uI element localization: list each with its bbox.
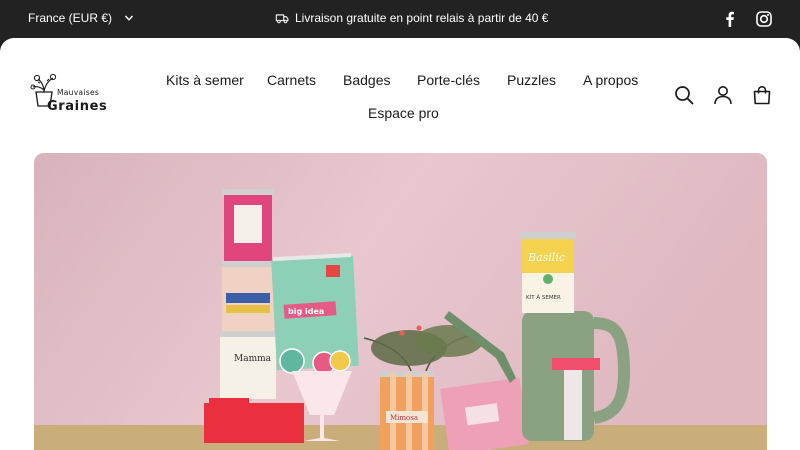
notebook-label: big idea — [288, 307, 324, 316]
striped-tin: Mimosa — [380, 371, 434, 450]
tin-mamma-label: Mamma — [234, 354, 272, 364]
hero-banner[interactable]: Mamma big idea Mimosa Basilic KIT À SEME… — [34, 153, 767, 450]
tin-stack: Mamma — [220, 189, 276, 399]
account-icon — [714, 86, 732, 105]
brand-name-line-2: Graines — [47, 99, 108, 114]
nav-item-a-propos[interactable]: A propos — [583, 72, 638, 88]
nav-item-badges[interactable]: Badges — [343, 72, 390, 88]
nav-item-porte-cles[interactable]: Porte-clés — [417, 72, 480, 88]
tin-front-label: Mimosa — [390, 414, 418, 422]
cart-button[interactable] — [752, 85, 772, 105]
nav-item-puzzles[interactable]: Puzzles — [507, 72, 556, 88]
cart-icon — [753, 85, 771, 105]
instagram-link[interactable] — [755, 10, 773, 28]
product-lineup-photo: Mamma big idea Mimosa Basilic KIT À SEME… — [34, 153, 767, 450]
tin-basilic-sub-label: KIT À SEMER — [526, 294, 561, 301]
account-button[interactable] — [713, 85, 733, 105]
truck-icon — [275, 14, 289, 24]
facebook-link[interactable] — [721, 10, 739, 28]
search-button[interactable] — [674, 85, 694, 105]
basilic-tin: Basilic KIT À SEMER — [520, 232, 576, 313]
facebook-icon — [726, 11, 734, 27]
search-icon — [675, 86, 694, 105]
main-content: Mauvaises Graines Kits à semer Carnets B… — [0, 38, 800, 450]
nav-item-carnets[interactable]: Carnets — [267, 72, 316, 88]
brand-logo[interactable]: Mauvaises Graines — [28, 72, 108, 118]
nav-item-kits-a-semer[interactable]: Kits à semer — [166, 72, 244, 88]
announcement-text: Livraison gratuite en point relais à par… — [295, 11, 549, 25]
locale-selector[interactable]: France (EUR €) — [28, 11, 134, 25]
instagram-icon — [756, 11, 772, 27]
tin-basilic-label: Basilic — [527, 251, 565, 264]
brand-name-line-1: Mauvaises — [57, 88, 100, 97]
announcement: Livraison gratuite en point relais à par… — [275, 11, 548, 25]
locale-label: France (EUR €) — [28, 11, 113, 25]
nav-item-espace-pro[interactable]: Espace pro — [368, 105, 439, 121]
chevron-down-icon — [125, 15, 134, 21]
announcement-bar: France (EUR €) Livraison gratuite en poi… — [0, 0, 800, 38]
